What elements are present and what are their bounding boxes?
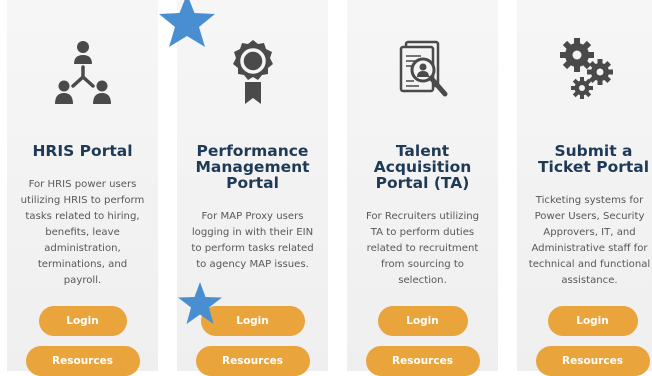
resources-button[interactable]: Resources (365, 346, 480, 376)
talent-acquisition-card: Talent Acquisition Portal (TA) For Recru… (347, 0, 498, 376)
card-title: HRIS Portal (32, 142, 133, 160)
card-title: Performance Management Portal (195, 142, 310, 192)
star-icon (159, 0, 215, 47)
card-title: Talent Acquisition Portal (TA) (373, 142, 472, 192)
card-description: For Recruiters utilizing TA to perform d… (365, 211, 480, 286)
star-icon (178, 282, 222, 324)
org-chart-icon (7, 30, 158, 110)
card-description: For MAP Proxy users logging in with thei… (191, 211, 314, 270)
resume-search-icon (347, 30, 498, 110)
login-button[interactable]: Login (38, 306, 127, 336)
card-title: Submit a Ticket Portal (537, 142, 650, 176)
resources-button[interactable]: Resources (195, 346, 310, 376)
login-button[interactable]: Login (547, 306, 638, 336)
login-button[interactable]: Login (377, 306, 468, 336)
gears-icon (517, 30, 652, 110)
card-description: For HRIS power users utilizing HRIS to p… (20, 179, 145, 286)
submit-ticket-card: Submit a Ticket Portal Ticketing systems… (517, 0, 652, 376)
resources-button[interactable]: Resources (25, 346, 140, 376)
resources-button[interactable]: Resources (535, 346, 650, 376)
hris-portal-card: HRIS Portal For HRIS power users utilizi… (7, 0, 158, 376)
card-description: Ticketing systems for Power Users, Secur… (528, 195, 651, 286)
